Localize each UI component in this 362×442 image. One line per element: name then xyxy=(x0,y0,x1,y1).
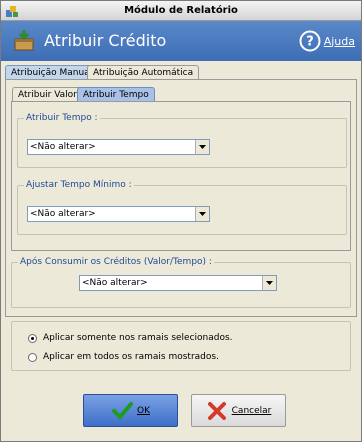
svg-text:?: ? xyxy=(306,35,314,50)
help-label: Ajuda xyxy=(323,34,355,48)
select-value: <Não alterar> xyxy=(82,278,148,288)
radio-all[interactable] xyxy=(28,352,37,362)
title-bar: Módulo de Relatório xyxy=(1,1,361,21)
ok-button[interactable]: OK xyxy=(83,394,178,427)
help-icon: ? xyxy=(299,30,321,52)
tab-atribuir-tempo[interactable]: Atribuir Tempo xyxy=(77,87,155,102)
tempo-minimo-select[interactable]: <Não alterar> xyxy=(27,206,210,222)
chevron-down-icon[interactable] xyxy=(195,140,209,154)
apply-all-option[interactable]: Aplicar em todos os ramais mostrados. xyxy=(28,352,219,362)
select-value: <Não alterar> xyxy=(30,142,96,152)
chevron-down-icon[interactable] xyxy=(262,276,276,290)
ok-label: OK xyxy=(137,405,150,416)
group-legend: Após Consumir os Créditos (Valor/Tempo) … xyxy=(18,257,214,267)
close-icon xyxy=(207,401,226,420)
radio-selected[interactable] xyxy=(28,333,37,343)
cancel-button[interactable]: Cancelar xyxy=(191,394,286,427)
chevron-down-icon[interactable] xyxy=(195,207,209,221)
credit-box-icon xyxy=(14,30,34,51)
tab-manual[interactable]: Atribuição Manual xyxy=(5,65,99,80)
header-band: Atribuir Crédito ? Ajuda xyxy=(1,21,361,61)
group-legend: Ajustar Tempo Mínimo : xyxy=(24,180,134,190)
apply-selected-label: Aplicar somente nos ramais selecionados. xyxy=(43,333,233,343)
tab-atribuir-valor[interactable]: Atribuir Valor xyxy=(12,87,83,102)
page-title: Atribuir Crédito xyxy=(44,31,167,50)
dialog-window: Módulo de Relatório Atribuir Crédito ? A… xyxy=(0,0,362,442)
select-value: <Não alterar> xyxy=(30,209,96,219)
atribuir-tempo-select[interactable]: <Não alterar> xyxy=(27,139,210,155)
apply-selected-option[interactable]: Aplicar somente nos ramais selecionados. xyxy=(28,333,233,343)
apply-all-label: Aplicar em todos os ramais mostrados. xyxy=(43,352,219,362)
cancel-label: Cancelar xyxy=(231,405,272,416)
apos-consumir-select[interactable]: <Não alterar> xyxy=(79,275,277,291)
window-title: Módulo de Relatório xyxy=(124,5,238,16)
tab-automatic[interactable]: Atribuição Automática xyxy=(87,65,200,80)
checkmark-icon xyxy=(112,401,133,420)
help-link[interactable]: ? Ajuda xyxy=(299,29,355,53)
group-legend: Atribuir Tempo : xyxy=(24,113,100,123)
apply-options-group xyxy=(11,321,351,371)
